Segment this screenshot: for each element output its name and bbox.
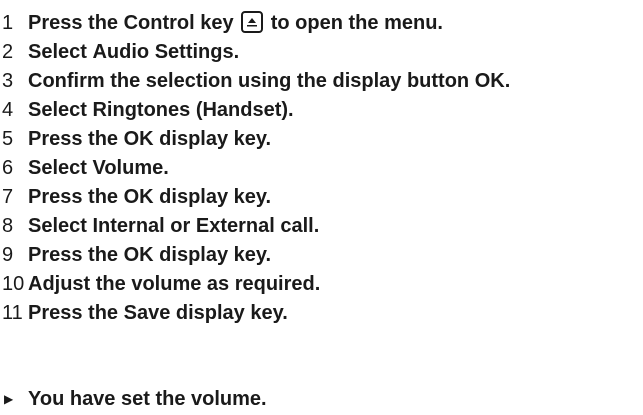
step-text-bold2: External call bbox=[195, 215, 314, 237]
step-text: Press the Save display key. bbox=[28, 299, 288, 328]
step-text-post: display key. bbox=[170, 302, 288, 324]
step-text-post: . bbox=[288, 99, 294, 121]
step-number: 3 bbox=[2, 70, 14, 92]
step-text-bold: OK bbox=[123, 186, 154, 208]
step-text-pre: Press the bbox=[28, 244, 124, 266]
step-text-post: to open the menu. bbox=[265, 12, 443, 34]
step-text: Select Volume. bbox=[28, 154, 169, 183]
step-number: 8 bbox=[2, 215, 14, 237]
step-number: 7 bbox=[2, 186, 14, 208]
step-text-bold: OK bbox=[123, 128, 154, 150]
step-number: 11 bbox=[2, 302, 23, 324]
step-text-mid: or bbox=[164, 215, 196, 237]
step-text-bold: OK bbox=[123, 244, 154, 266]
step-number: 6 bbox=[2, 157, 14, 179]
step-text: Select Internal or External call. bbox=[28, 212, 319, 241]
step-number: 4 bbox=[2, 99, 14, 121]
step-text-bold: Ringtones (Handset) bbox=[92, 99, 289, 121]
step-text-post: display key. bbox=[153, 128, 272, 150]
step-text-post: . bbox=[163, 157, 169, 179]
step-text-post: . bbox=[313, 215, 320, 237]
step-text-pre: Press the Control key bbox=[28, 12, 240, 34]
step-text-bold: OK bbox=[474, 70, 505, 92]
step-text: Confirm the selection using the display … bbox=[28, 67, 510, 96]
step-number: 2 bbox=[2, 41, 14, 63]
step-text-bold: Volume bbox=[92, 157, 164, 179]
step-number: 9 bbox=[2, 244, 14, 266]
step-text-pre: Select bbox=[28, 215, 93, 237]
step-text-bold: Internal bbox=[92, 215, 165, 237]
step-text-pre: Select bbox=[28, 99, 93, 121]
step-text-post: display key. bbox=[153, 186, 272, 208]
step-number: 1 bbox=[2, 12, 14, 34]
up-arrow-key-icon bbox=[241, 11, 264, 33]
step-text-pre: Press the bbox=[28, 186, 124, 208]
step-text-pre: Press the bbox=[28, 302, 124, 324]
step-text: Select Audio Settings. bbox=[28, 38, 239, 67]
step-text-post: . bbox=[233, 41, 240, 63]
step-text-post: display key. bbox=[153, 244, 272, 266]
step-text: Press the OK display key. bbox=[28, 241, 271, 270]
step-text-bold: Audio Settings bbox=[92, 41, 234, 63]
step-text: Select Ringtones (Handset). bbox=[28, 96, 294, 125]
result-text: You have set the volume. bbox=[28, 388, 267, 410]
step-text-bold: Save bbox=[123, 302, 171, 324]
result-arrow-icon: ▶ bbox=[4, 392, 14, 406]
step-text-pre: Select bbox=[28, 157, 93, 179]
step-text: Press the OK display key. bbox=[28, 183, 271, 212]
step-text-pre: Select bbox=[28, 41, 93, 63]
step-number: 5 bbox=[2, 128, 14, 150]
step-text-pre: Adjust the volume as required. bbox=[28, 273, 321, 295]
step-text-post: . bbox=[504, 70, 511, 92]
step-text: Adjust the volume as required. bbox=[28, 270, 320, 299]
step-number: 10 bbox=[2, 273, 25, 295]
step-text-pre: Confirm the selection using the display … bbox=[28, 70, 475, 92]
step-text-pre: Press the bbox=[28, 128, 124, 150]
step-text: Press the Control key to open the menu. bbox=[28, 9, 443, 38]
step-text: Press the OK display key. bbox=[28, 125, 271, 154]
